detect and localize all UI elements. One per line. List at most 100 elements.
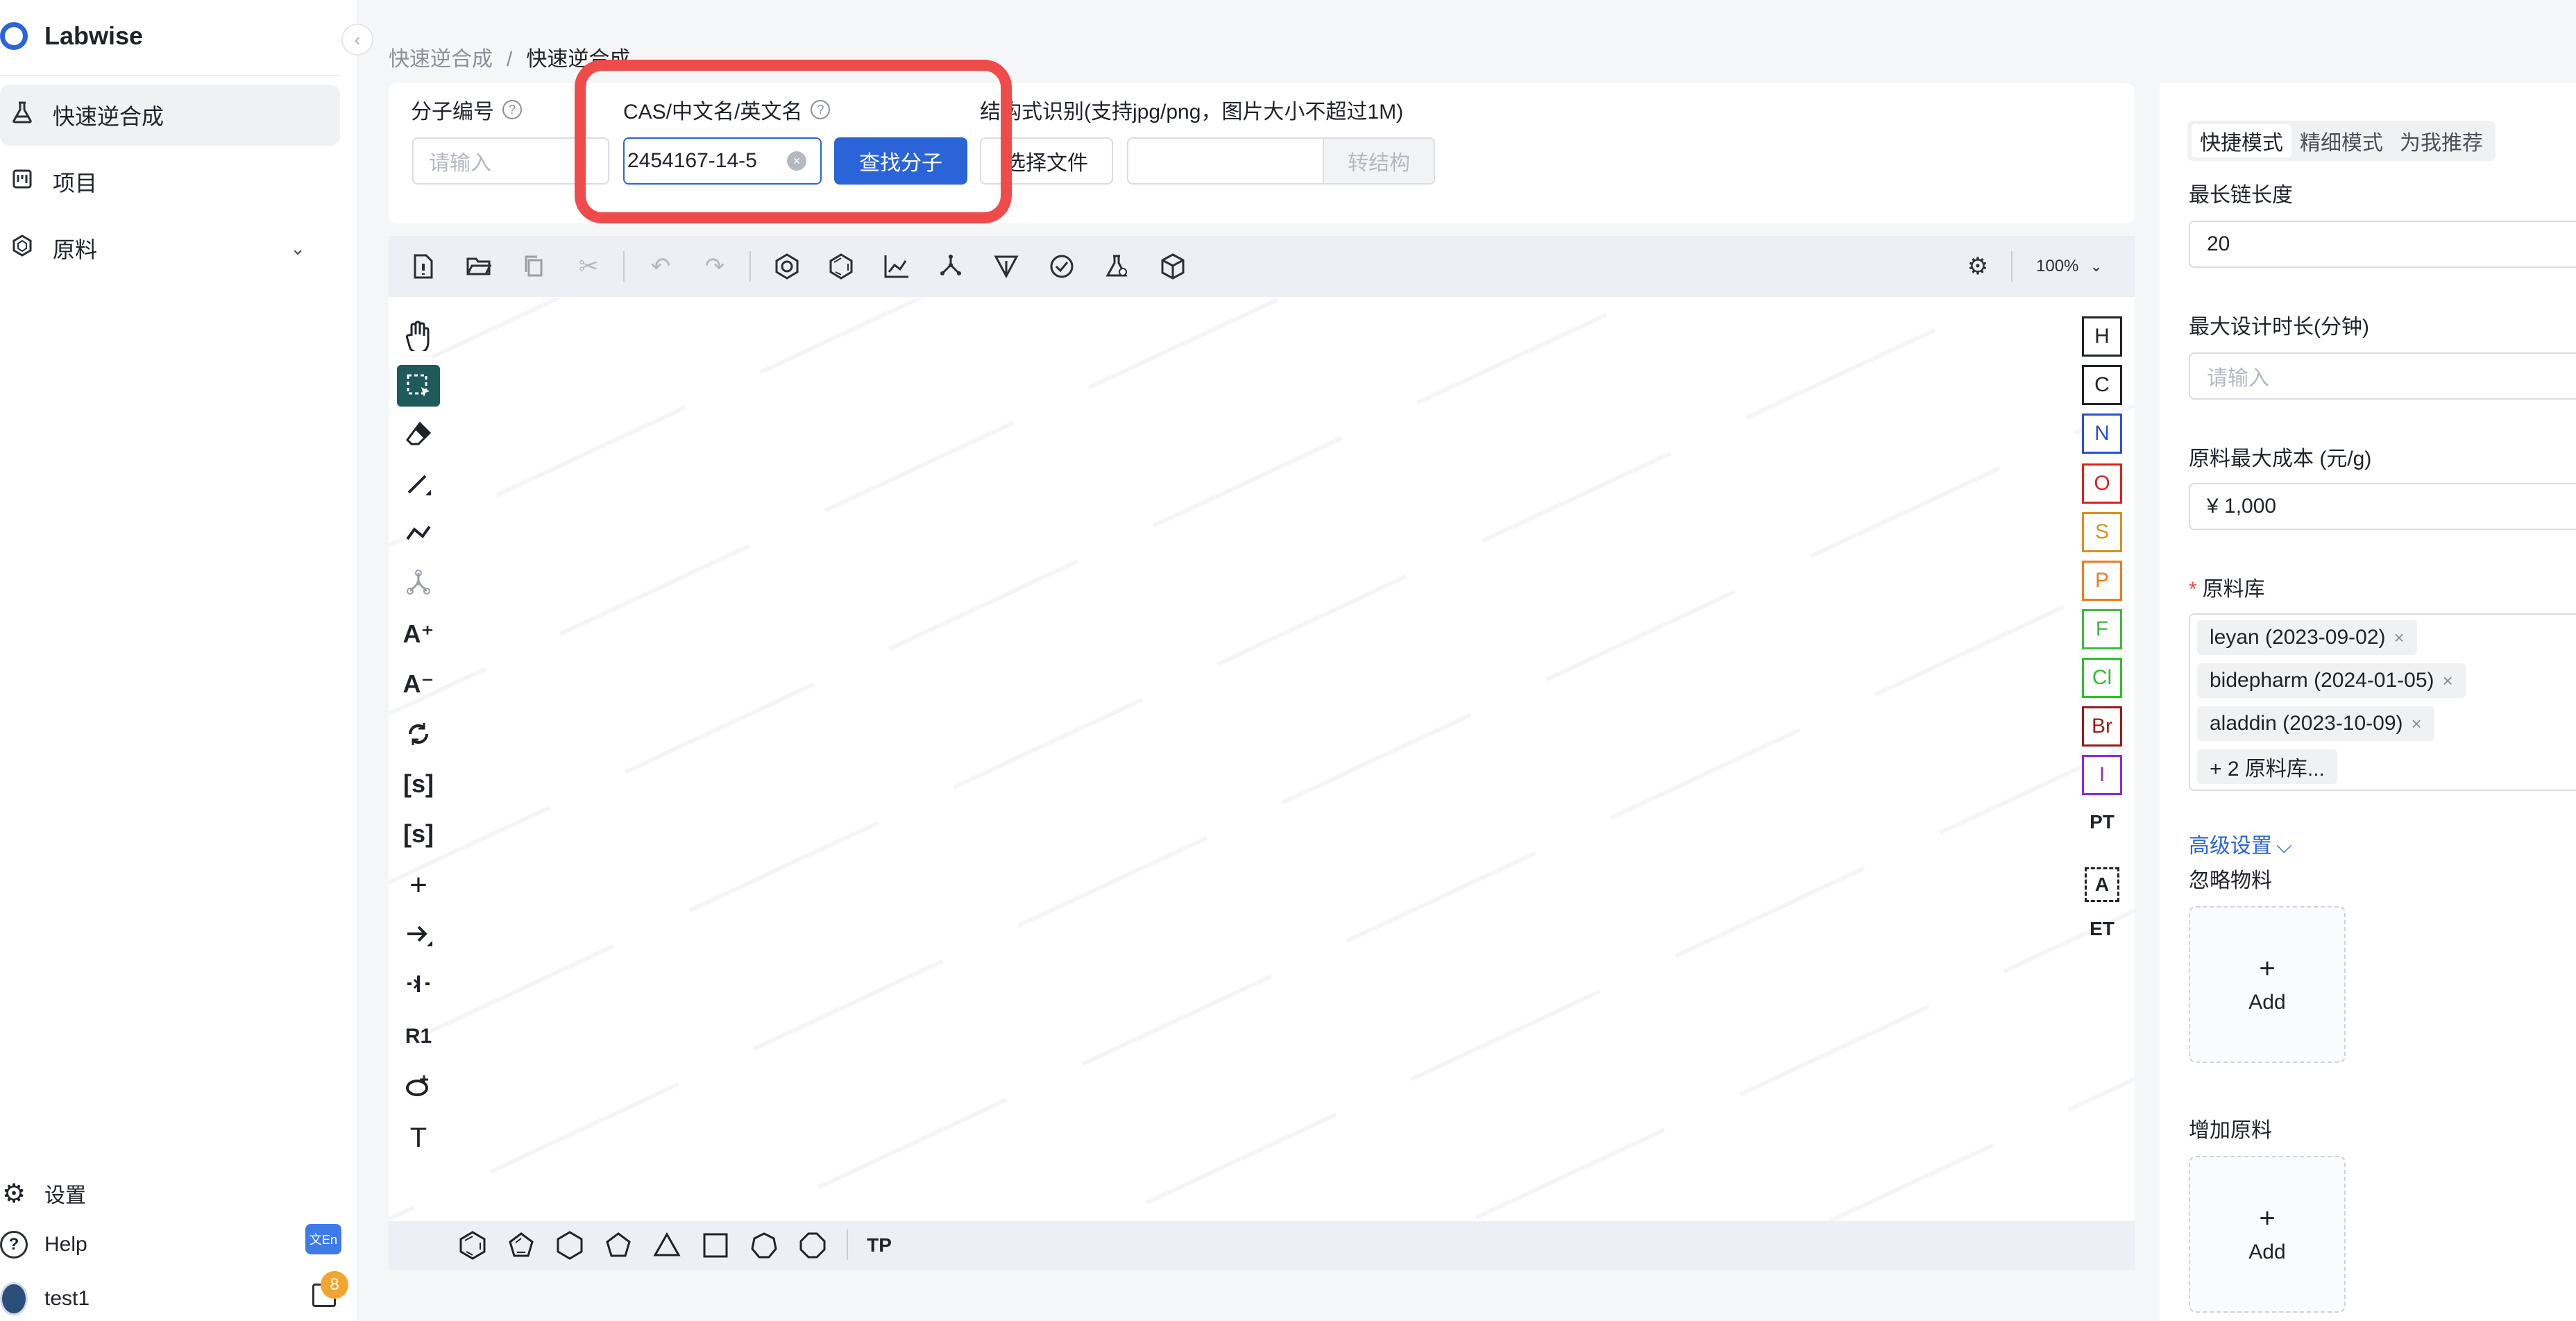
hand-tool-icon[interactable]	[397, 315, 440, 357]
convert-structure-button[interactable]: 转结构	[1323, 137, 1435, 185]
structure-editor-canvas[interactable]	[389, 236, 2135, 1270]
reaction-arrow-icon[interactable]	[397, 914, 440, 956]
rgroup-attachment-icon[interactable]	[397, 964, 440, 1006]
atom-P-button[interactable]: P	[2082, 561, 2122, 601]
sidebar-item-label: 原料	[53, 237, 98, 262]
rotate-icon[interactable]	[397, 713, 440, 755]
library-more-tag[interactable]: + 2 原料库...	[2197, 749, 2337, 784]
charge-structure-icon[interactable]	[397, 562, 440, 604]
tab-recommend[interactable]: 为我推荐	[2391, 124, 2491, 157]
cyclohexane-template-icon[interactable]	[554, 1229, 586, 1261]
max-cost-input[interactable]: ¥ 1,000	[2189, 483, 2576, 530]
advanced-settings-link[interactable]: 高级设置 ⌵	[2189, 828, 2292, 859]
zoom-select[interactable]: 100% ⌄	[2036, 251, 2103, 282]
select-tool-icon[interactable]	[397, 365, 440, 407]
cycloheptane-template-icon[interactable]	[748, 1229, 780, 1261]
atom-C-button[interactable]: C	[2082, 365, 2122, 405]
rgroup-label-icon[interactable]: R1	[397, 1016, 440, 1057]
max-chain-input[interactable]: 20	[2189, 221, 2576, 268]
choose-file-button[interactable]: 选择文件	[980, 137, 1113, 185]
3d-view-icon[interactable]	[1158, 251, 1188, 282]
tab-quick-mode[interactable]: 快捷模式	[2192, 124, 2291, 157]
sidebar-item-retrosynthesis[interactable]: 快速逆合成	[0, 85, 340, 146]
redo-icon[interactable]: ↷	[700, 251, 730, 282]
cyclopropane-template-icon[interactable]	[651, 1229, 683, 1261]
find-molecule-button[interactable]: 查找分子	[834, 137, 967, 185]
breadcrumb-parent[interactable]: 快速逆合成	[389, 48, 493, 71]
chain-tool-icon[interactable]	[397, 512, 440, 554]
clean-icon[interactable]	[935, 251, 966, 282]
layout-icon[interactable]	[881, 251, 912, 282]
sidebar-item-project[interactable]: 项目	[0, 151, 340, 212]
plus-reaction-icon[interactable]: +	[397, 864, 440, 906]
stereo-icon[interactable]	[991, 251, 1022, 282]
cyclopentane-template-icon[interactable]	[602, 1229, 634, 1261]
atom-F-button[interactable]: F	[2082, 609, 2122, 649]
sidebar-item-label: 快速逆合成	[53, 104, 164, 129]
add-label: Add	[2248, 1241, 2286, 1263]
language-switch-icon[interactable]: 文En	[305, 1224, 341, 1254]
cas-search-input[interactable]: 2454167-14-5 ×	[623, 137, 822, 185]
zoom-value: 100%	[2036, 257, 2079, 275]
charge-plus-icon[interactable]: A⁺	[397, 613, 440, 655]
sidebar-item-materials[interactable]: 原料 ⌄	[0, 218, 340, 279]
sidebar-item-help[interactable]: ? Help	[0, 1224, 340, 1265]
app-logo[interactable]: Labwise	[0, 15, 143, 57]
cas-label-text: CAS/中文名/英文名	[623, 101, 803, 123]
check-structure-icon[interactable]	[1046, 251, 1077, 282]
extended-table-icon[interactable]: ET	[2082, 912, 2122, 946]
template-library-icon[interactable]: TP	[863, 1229, 895, 1261]
help-circle-icon[interactable]: ?	[502, 100, 522, 119]
atom-S-button[interactable]: S	[2082, 512, 2122, 552]
aromatize-icon[interactable]	[772, 251, 802, 282]
copy-icon[interactable]	[519, 251, 550, 282]
open-folder-icon[interactable]	[464, 251, 494, 282]
library-tag: leyan (2023-09-02) ×	[2197, 620, 2417, 655]
help-icon: ?	[0, 1231, 28, 1259]
calculate-icon[interactable]	[1102, 251, 1133, 282]
breadcrumb-current: 快速逆合成	[526, 48, 631, 71]
template-ring-icon[interactable]	[397, 1066, 440, 1107]
cyclobutane-template-icon[interactable]	[700, 1229, 731, 1261]
add-material-button[interactable]: + Add	[2189, 1156, 2346, 1313]
periodic-table-icon[interactable]: PT	[2082, 805, 2122, 840]
remove-tag-icon[interactable]: ×	[2443, 670, 2453, 692]
cyclooctane-template-icon[interactable]	[797, 1229, 829, 1261]
atom-O-button[interactable]: O	[2082, 463, 2122, 504]
text-tool-icon[interactable]: T	[397, 1117, 440, 1159]
cut-icon[interactable]: ✂	[573, 251, 604, 282]
undo-icon[interactable]: ↶	[645, 251, 676, 282]
eraser-icon[interactable]	[397, 414, 440, 455]
molecule-id-input[interactable]: 请输入	[412, 137, 609, 185]
atom-Br-button[interactable]: Br	[2082, 706, 2122, 747]
benzene-template-icon[interactable]	[457, 1229, 489, 1261]
atom-N-button[interactable]: N	[2082, 414, 2122, 454]
remove-tag-icon[interactable]: ×	[2394, 627, 2405, 649]
tab-fine-mode[interactable]: 精细模式	[2291, 124, 2391, 157]
remove-tag-icon[interactable]: ×	[2412, 713, 2422, 735]
atom-Cl-button[interactable]: Cl	[2082, 658, 2122, 698]
charge-minus-icon[interactable]: A⁻	[397, 663, 440, 705]
toolbar-divider	[2011, 251, 2012, 282]
dearomatize-icon[interactable]	[826, 251, 856, 282]
sidebar-item-label: 项目	[53, 171, 98, 196]
atom-I-button[interactable]: I	[2082, 755, 2122, 795]
collapse-sidebar-button[interactable]: ‹	[341, 24, 373, 56]
settings-gear-icon[interactable]: ⚙	[1963, 251, 1993, 282]
add-ignore-material-button[interactable]: + Add	[2189, 906, 2346, 1063]
atom-H-button[interactable]: H	[2082, 316, 2122, 357]
any-atom-icon[interactable]: A	[2085, 867, 2119, 902]
clear-input-icon[interactable]: ×	[787, 151, 806, 171]
max-time-input[interactable]: 请输入	[2189, 352, 2576, 400]
max-chain-label: 最长链长度	[2189, 184, 2293, 207]
single-bond-icon[interactable]	[397, 463, 440, 505]
cyclopentadiene-template-icon[interactable]	[505, 1229, 537, 1261]
breadcrumb: 快速逆合成 / 快速逆合成	[389, 42, 630, 72]
structure-input[interactable]	[1127, 137, 1324, 185]
new-document-icon[interactable]	[408, 251, 439, 282]
sidebar-item-settings[interactable]: ⚙ 设置	[0, 1173, 340, 1214]
sgroup-add-icon[interactable]: [s]	[397, 813, 440, 855]
user-menu[interactable]: test1	[0, 1278, 340, 1320]
help-circle-icon[interactable]: ?	[811, 100, 831, 119]
sgroup-icon[interactable]: [s]	[397, 763, 440, 805]
